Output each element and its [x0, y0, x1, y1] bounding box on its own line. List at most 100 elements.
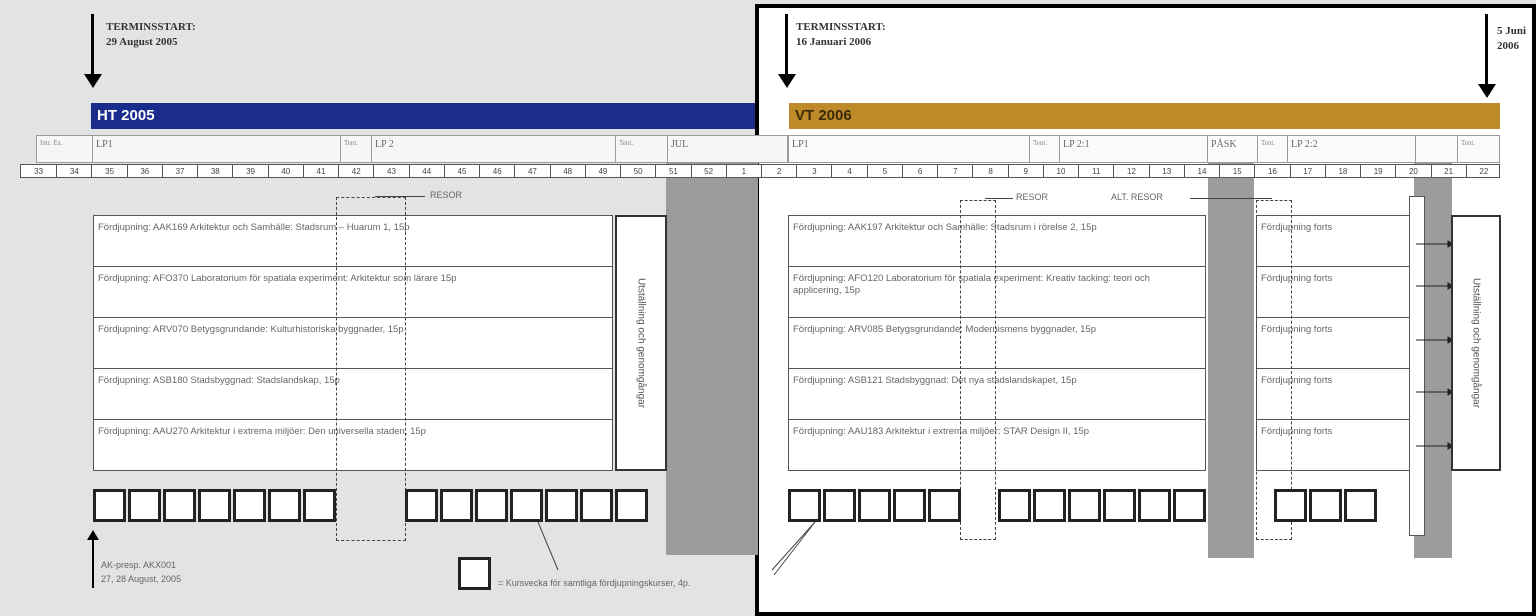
lp-row-ht: Intr. Ex. LP1 Tent. LP 2 Tent. JUL [36, 135, 788, 163]
resor-label-ht: RESOR [430, 190, 463, 200]
course-row: Fördjupning: AAU183 Arkitektur i extrema… [793, 426, 1090, 437]
vt-start-arrow-shaft [785, 14, 788, 76]
kursvecka-square [928, 489, 961, 522]
kursvecka-square [233, 489, 266, 522]
ak-note: AK-presp. AKX001 27, 28 August, 2005 [101, 560, 182, 584]
week-number-cell: 47 [514, 165, 549, 177]
vt-exhibition-box: Utställning och genomgångar [1451, 215, 1501, 471]
kursvecka-square [1173, 489, 1206, 522]
course-row: Fördjupning: AAK197 Arkitektur och Samhä… [789, 216, 1205, 267]
vt-exhibition-label: Utställning och genomgångar [1470, 277, 1482, 409]
week-number-cell: 18 [1324, 165, 1360, 177]
week-number-cell: 10 [1042, 165, 1078, 177]
kursvecka-square [788, 489, 821, 522]
ak-arrow-shaft [92, 538, 94, 588]
week-number-cell: 35 [91, 165, 126, 177]
ht-kursvecka-squares-1 [93, 489, 343, 522]
vt-kursvecka-squares-3 [1274, 489, 1384, 522]
week-number-cell: 8 [972, 165, 1007, 177]
week-number-cell: 12 [1113, 165, 1148, 177]
kursvecka-square [893, 489, 926, 522]
kursvecka-square [823, 489, 856, 522]
week-number-cell: 46 [479, 165, 514, 177]
resor-dashed-box-ht [336, 197, 406, 541]
lp-cell: LP 2 [371, 136, 615, 162]
ht-term-bar-label: HT 2005 [97, 107, 155, 124]
week-number-cell: 33 [34, 167, 44, 176]
ht-exhibition-box: Utställning och genomgångar [615, 215, 667, 471]
kursvecka-square [303, 489, 336, 522]
kursvecka-square [1274, 489, 1307, 522]
vt-end-label: 5 Juni 2006 [1497, 25, 1527, 52]
week-number-cell: 34 [56, 165, 91, 177]
kursvecka-square [268, 489, 301, 522]
week-number-cell: 51 [655, 165, 690, 177]
week-number-cell: 41 [302, 165, 338, 177]
week-number-cell: 50 [620, 165, 655, 177]
ht-start-arrow-shaft [91, 14, 94, 76]
vt-term-bar: VT 2006 [789, 103, 1500, 129]
week-number-cell: 11 [1078, 165, 1113, 177]
kursvecka-square [1138, 489, 1171, 522]
week-number-cell: 6 [901, 165, 937, 177]
lp-cell: LP1 [92, 136, 340, 162]
week-number-row: 33 34 35 36 37 38 39 40 41 42 43 44 45 46 47 48 49 50 51 52… [20, 164, 1500, 178]
vt-course-list: Fördjupning: AAK197 Arkitektur och Samhä… [788, 215, 1206, 471]
kursvecka-square [1309, 489, 1342, 522]
week-number-cell: 43 [373, 165, 408, 177]
week-number-cell: 39 [232, 165, 267, 177]
lp-cell: Tent. [1257, 136, 1287, 162]
course-row: Fördjupning: ARV085 Betygsgrundande: Mod… [789, 318, 1205, 369]
lp-row-vt: LP1 Tent. LP 2:1 PÅSK Tent. LP 2:2 Tent. [788, 135, 1500, 163]
week-number-cell: 45 [443, 165, 479, 177]
week-number-cell: 2 [761, 165, 796, 177]
ht-kursvecka-squares-2 [405, 489, 655, 522]
lp-cell [1415, 136, 1457, 162]
week-number-cell: 36 [126, 165, 162, 177]
week-number-cell: 38 [197, 165, 232, 177]
kursvecka-square [163, 489, 196, 522]
week-number-cell: 52 [690, 165, 726, 177]
lp-cell: Tent. [1029, 136, 1059, 162]
week-number-cell: 19 [1360, 165, 1395, 177]
kursvecka-square [475, 489, 508, 522]
resor-label-vt: RESOR [1016, 192, 1049, 202]
week-number-cell: 4 [831, 165, 866, 177]
week-number-cell: 20 [1395, 165, 1430, 177]
vt-legend-pointer [773, 521, 816, 576]
week-number-cell: 3 [796, 165, 831, 177]
kursvecka-square [615, 489, 648, 522]
kursvecka-square [1103, 489, 1136, 522]
arrows-to-exhibition [1416, 240, 1454, 450]
alt-resor-pointer-vt [1190, 198, 1272, 199]
resor-pointer-vt [985, 198, 1013, 199]
kursvecka-square [128, 489, 161, 522]
legend-square [458, 557, 491, 590]
week-number-cell: 22 [1465, 165, 1501, 177]
kursvecka-square [405, 489, 438, 522]
lp-cell: Tent. [615, 136, 667, 162]
ht-exhibition-label: Utställning och genomgångar [635, 277, 647, 409]
kursvecka-square [545, 489, 578, 522]
vt-start-arrow-icon [778, 74, 796, 88]
week-number-cell: 40 [267, 165, 303, 177]
vt-terminsstart-label: TERMINSSTART: 16 Januari 2006 [796, 21, 886, 48]
ht-terminsstart-label: TERMINSSTART: 29 August 2005 [106, 21, 196, 48]
kursvecka-square [510, 489, 543, 522]
week-number-cell: 48 [549, 165, 585, 177]
jul-holiday-band [666, 135, 758, 555]
lp-cell: Tent. [1457, 136, 1501, 162]
week-number-cell: 16 [1254, 165, 1289, 177]
week-number-cell: 21 [1430, 165, 1466, 177]
week-number-cell: 37 [161, 165, 197, 177]
week-number-cell: 15 [1219, 165, 1254, 177]
lp-cell: LP 2:2 [1287, 136, 1415, 162]
week-number-cell: 9 [1007, 165, 1043, 177]
lp-cell: Tent. [340, 136, 371, 162]
vt-end-arrow-shaft [1485, 14, 1488, 86]
lp-cell: LP 2:1 [1059, 136, 1207, 162]
lp-cell: Intr. Ex. [40, 139, 63, 147]
kursvecka-square [93, 489, 126, 522]
week-number-cell: 49 [584, 165, 620, 177]
course-row: Fördjupning: ASB121 Stadsbyggnad: Det ny… [789, 369, 1205, 420]
